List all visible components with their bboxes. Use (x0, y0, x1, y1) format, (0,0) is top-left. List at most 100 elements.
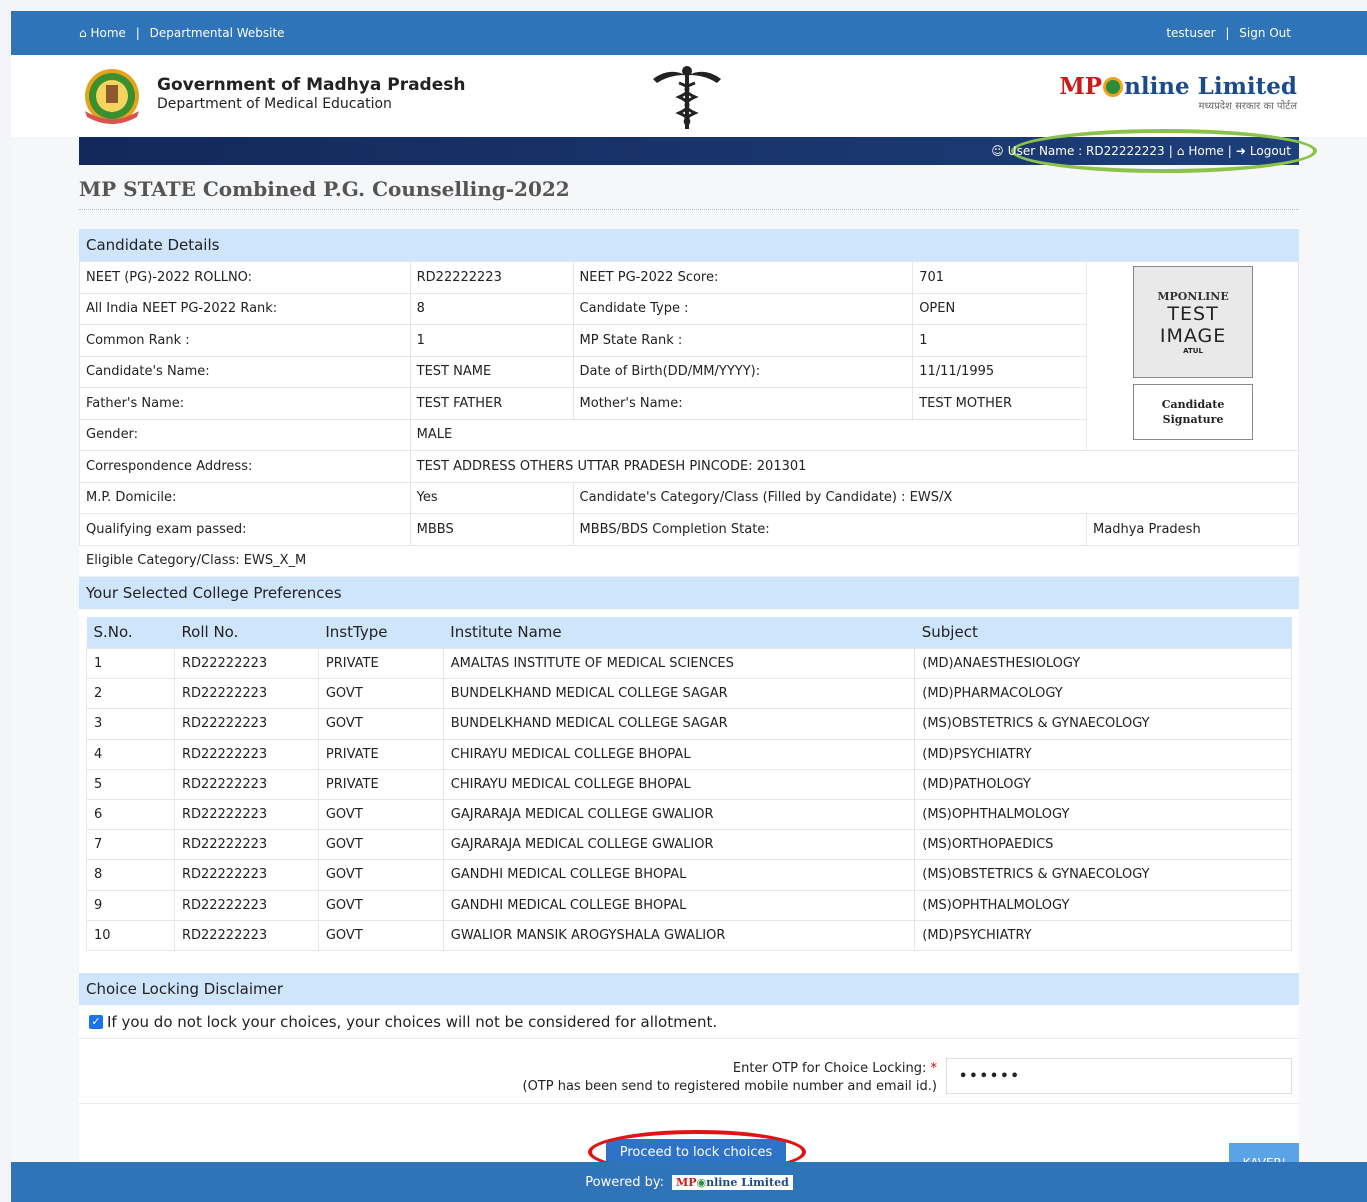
footer-mponline-logo: MP◉nline Limited (672, 1174, 793, 1190)
mponline-brand: MP nline Limited (1059, 73, 1297, 100)
table-cell: 6 (86, 798, 175, 831)
field-value: 8 (409, 292, 574, 325)
table-cell: GANDHI MEDICAL COLLEGE BHOPAL (442, 859, 916, 891)
table-cell: RD22222223 (173, 798, 319, 831)
table-cell: 2 (86, 678, 175, 710)
table-cell: 9 (86, 889, 175, 921)
photo-text: MPONLINE (1157, 289, 1229, 303)
table-row: 4 RD22222223 PRIVATE CHIRAYU MEDICAL COLLEG… (86, 738, 1292, 770)
table-cell: GANDHI MEDICAL COLLEGE BHOPAL (442, 889, 916, 921)
table-cell: RD22222223 (173, 647, 319, 680)
table-cell: RD22222223 (173, 889, 319, 921)
disclaimer-checkbox-label: If you do not lock your choices, your ch… (107, 1012, 718, 1031)
table-cell: BUNDELKHAND MEDICAL COLLEGE SAGAR (442, 678, 916, 710)
table-cell: CHIRAYU MEDICAL COLLEGE BHOPAL (442, 738, 916, 770)
home-icon: ⌂ (79, 26, 87, 40)
table-cell: 4 (86, 738, 175, 770)
table-cell: PRIVATE (317, 768, 444, 800)
photo-cell: MPONLINE TEST IMAGE ATUL Candidate Signa… (1086, 261, 1299, 451)
field-value: Madhya Pradesh (1086, 513, 1299, 546)
table-cell: 8 (86, 859, 175, 891)
table-cell: GOVT (317, 859, 444, 891)
field-label: Common Rank : (79, 324, 411, 357)
table-cell: GOVT (317, 889, 444, 921)
disclaimer-heading: Choice Locking Disclaimer (79, 973, 1299, 1005)
disclaimer-panel: Choice Locking Disclaimer ✓ If you do no… (79, 973, 1299, 1174)
top-nav-left: ⌂ Home | Departmental Website (79, 26, 285, 40)
globe-icon: ◉ (696, 1175, 707, 1189)
field-label: MP State Rank : (572, 324, 914, 357)
table-cell: GOVT (317, 678, 444, 710)
otp-label: Enter OTP for Choice Locking: (732, 1061, 927, 1076)
table-cell: 1 (86, 647, 175, 680)
sign-out-link[interactable]: Sign Out (1239, 26, 1291, 40)
mponline-tagline: मध्यप्रदेश सरकार का पोर्टल (1198, 101, 1297, 112)
page-wrapper: ⌂ Home | Departmental Website testuser |… (11, 11, 1367, 1202)
column-header: Institute Name (443, 616, 915, 649)
field-label: Correspondence Address: (79, 450, 411, 483)
candidate-details-heading: Candidate Details (79, 229, 1299, 261)
table-cell: (MD)PHARMACOLOGY (914, 678, 1292, 710)
username-link[interactable]: testuser (1166, 26, 1215, 40)
table-cell: PRIVATE (317, 647, 444, 680)
otp-input[interactable]: •••••• (946, 1058, 1292, 1094)
user-name-label: User Name : RD22222223 (1007, 144, 1165, 158)
table-cell: AMALTAS INSTITUTE OF MEDICAL SCIENCES (442, 647, 916, 680)
mponline-mp: MP (1059, 73, 1103, 100)
globe-icon (1103, 76, 1124, 97)
field-value: RD22222223 (409, 261, 574, 294)
table-cell: GAJRARAJA MEDICAL COLLEGE GWALIOR (442, 829, 916, 861)
otp-label-block: Enter OTP for Choice Locking: * (OTP has… (523, 1060, 938, 1096)
user-bar: ☺ User Name : RD22222223 | ⌂ Home | ➜ Lo… (79, 129, 1317, 173)
photo-text: IMAGE (1159, 324, 1227, 347)
table-cell: GAJRARAJA MEDICAL COLLEGE GWALIOR (442, 798, 916, 831)
separator: | (135, 26, 140, 40)
field-label: NEET PG-2022 Score: (572, 261, 914, 294)
eligible-category: Eligible Category/Class: EWS_X_M (79, 546, 1299, 577)
table-cell: GOVT (317, 919, 444, 951)
field-value: OPEN (912, 292, 1088, 325)
otp-note: (OTP has been send to registered mobile … (522, 1079, 938, 1094)
table-row: 7 RD22222223 GOVT GAJRARAJA MEDICAL COLLEGE… (86, 829, 1292, 861)
table-cell: RD22222223 (173, 829, 319, 861)
table-cell: 10 (86, 919, 175, 951)
field-label: Father's Name: (79, 387, 411, 420)
field-value: 701 (912, 261, 1088, 294)
table-row: M.P. Domicile: Yes Candidate's Category/… (79, 481, 1300, 514)
preferences-table: S.No. Roll No. InstType Institute Name S… (86, 616, 1292, 951)
departmental-website-link[interactable]: Departmental Website (150, 26, 285, 40)
table-cell: (MD)PATHOLOGY (914, 768, 1292, 800)
field-label: Candidate's Name: (79, 355, 411, 388)
table-row: 6 RD22222223 GOVT GAJRARAJA MEDICAL COLLEGE… (86, 798, 1292, 831)
table-header-row: S.No. Roll No. InstType Institute Name S… (86, 616, 1292, 649)
logout-link[interactable]: Logout (1250, 144, 1291, 158)
footer: Powered by: MP◉nline Limited (11, 1162, 1367, 1202)
department-name: Department of Medical Education (157, 96, 392, 112)
table-cell: 7 (86, 829, 175, 861)
table-cell: RD22222223 (173, 859, 319, 891)
preferences-body: 1 RD22222223 PRIVATE AMALTAS INSTITUTE OF M… (86, 647, 1292, 951)
disclaimer-checkbox[interactable]: ✓ (89, 1014, 103, 1029)
table-cell: RD22222223 (173, 678, 319, 710)
field-label: Qualifying exam passed: (79, 513, 411, 546)
table-cell: (MD)PSYCHIATRY (914, 919, 1292, 951)
photo-text: TEST (1167, 302, 1219, 325)
user-icon: ☺ (991, 144, 1004, 158)
table-cell: CHIRAYU MEDICAL COLLEGE BHOPAL (442, 768, 916, 800)
field-label: MBBS/BDS Completion State: (572, 513, 1088, 546)
field-label: All India NEET PG-2022 Rank: (79, 292, 411, 325)
page-title: MP STATE Combined P.G. Counselling-2022 (79, 177, 570, 201)
field-value: 1 (409, 324, 574, 357)
caduceus-icon (653, 66, 721, 129)
table-cell: PRIVATE (317, 738, 444, 770)
powered-by-label: Powered by: (585, 1174, 665, 1190)
disclaimer-checkbox-row[interactable]: ✓ If you do not lock your choices, your … (79, 1005, 1299, 1039)
top-home-link[interactable]: Home (90, 26, 125, 40)
table-row: Correspondence Address: TEST ADDRESS OTH… (79, 450, 1300, 483)
table-cell: GOVT (317, 708, 444, 740)
separator: | (1227, 144, 1232, 158)
field-value: TEST ADDRESS OTHERS UTTAR PRADESH PINCOD… (409, 450, 1300, 483)
userbar-home-link[interactable]: Home (1188, 144, 1223, 158)
mponline-logo: MP nline Limited मध्यप्रदेश सरकार का पोर्… (1059, 73, 1297, 112)
user-bar-content: ☺ User Name : RD22222223 | ⌂ Home | ➜ Lo… (991, 144, 1291, 158)
